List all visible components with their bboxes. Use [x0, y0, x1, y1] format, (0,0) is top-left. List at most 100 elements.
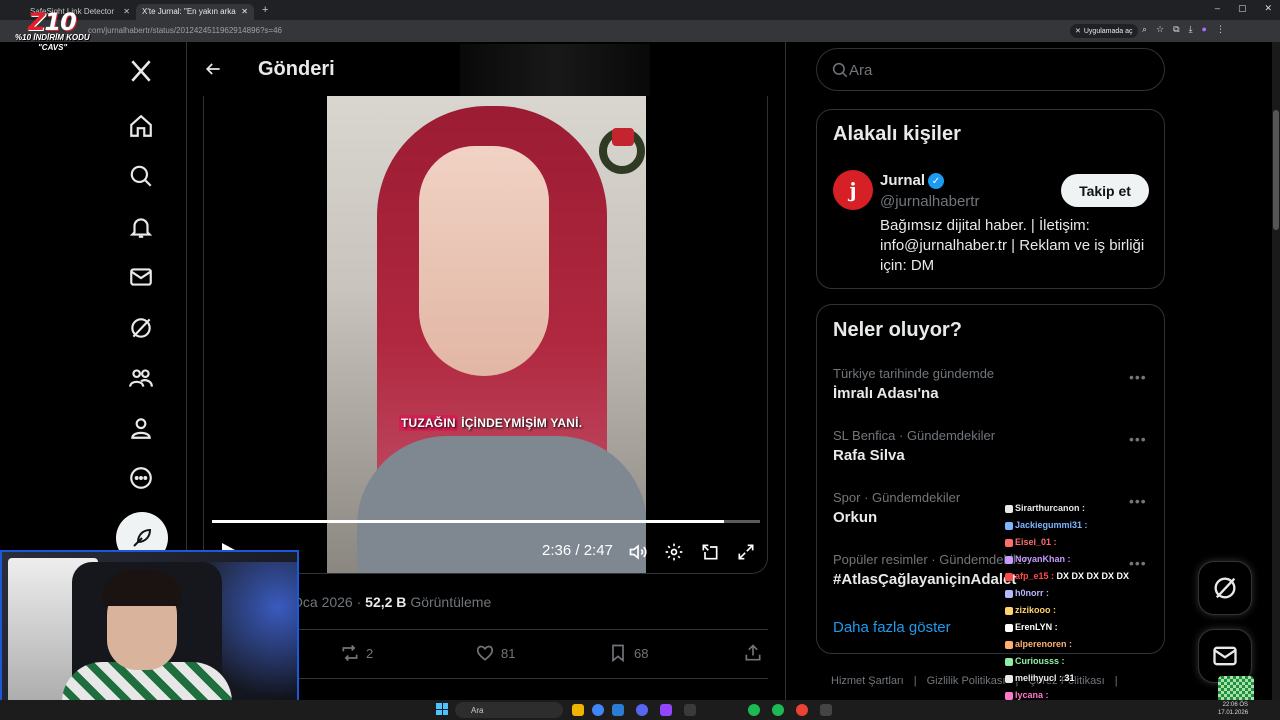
app-icon[interactable] — [684, 704, 696, 716]
show-more-link[interactable]: Daha fazla göster — [833, 619, 951, 636]
edge-icon[interactable] — [612, 704, 624, 716]
clock-date: 17.01.2026 — [1218, 710, 1249, 716]
chat-message: alperenoren : — [1005, 636, 1205, 653]
share-button[interactable] — [743, 643, 763, 663]
communities-icon[interactable] — [124, 361, 158, 395]
chat-username: NoyanKhan : — [1015, 554, 1071, 564]
zoom-icon[interactable]: ⌕ — [1142, 24, 1147, 35]
account-handle[interactable]: @jurnalhabertr — [880, 193, 979, 210]
chrome-icon[interactable] — [592, 704, 604, 716]
retweet-button[interactable]: 2 — [340, 643, 373, 663]
trend-item[interactable]: Türkiye tarihinde gündemde İmralı Adası'… — [833, 366, 1153, 402]
chat-badge-icon — [1005, 623, 1013, 632]
footer-sep: | — [913, 675, 917, 687]
bell-icon[interactable] — [124, 210, 158, 244]
follow-button[interactable]: Takip et — [1061, 174, 1149, 207]
related-people-panel: Alakalı kişiler j Jurnal ✓ @jurnalhabert… — [816, 109, 1165, 289]
footer-link-privacy[interactable]: Gizlilik Politikası — [927, 675, 1006, 687]
footer-link-terms[interactable]: Hizmet Şartları — [831, 675, 904, 687]
video-progress-fill — [212, 520, 724, 523]
trend-context: SL Benfica · Gündemdekiler — [833, 428, 996, 443]
discord-icon[interactable] — [636, 704, 648, 716]
x-small-icon: ✕ — [1075, 28, 1081, 35]
settings-gear-icon[interactable] — [664, 542, 684, 562]
profile-avatar-icon[interactable]: ● — [1202, 24, 1207, 35]
messages-fab-button[interactable] — [1198, 629, 1252, 683]
close-tab-icon[interactable]: ✕ — [241, 7, 248, 16]
grok-fab-button[interactable] — [1198, 561, 1252, 615]
verified-badge-icon: ✓ — [928, 173, 944, 189]
bookmark-icon — [612, 644, 624, 663]
chat-username: melihyucl : — [1015, 673, 1065, 683]
open-in-app-button[interactable]: ✕ Uygulamada aç — [1070, 24, 1138, 38]
video-face-shape — [419, 146, 549, 376]
url-text[interactable]: com/jurnalhabertr/status/201242451196291… — [88, 26, 282, 35]
more-options-icon[interactable]: ••• — [1129, 431, 1147, 447]
video-player[interactable]: TUZAĞIN İÇİNDEYMİŞİM YANİ. 2:36 / 2:47 — [203, 96, 768, 574]
chat-badge-icon — [1005, 691, 1013, 700]
fullscreen-icon[interactable] — [736, 542, 756, 562]
post-date[interactable]: Oca 2026 — [292, 594, 353, 610]
trend-context: Türkiye tarihinde gündemde — [833, 366, 995, 381]
chat-username: Sirarthurcanon : — [1015, 503, 1086, 513]
bookmark-button[interactable]: 68 — [608, 643, 648, 663]
chat-message: melihyucl : 31 — [1005, 670, 1205, 687]
close-window-icon[interactable]: ✕ — [1264, 3, 1272, 14]
trend-item[interactable]: SL Benfica · Gündemdekiler Rafa Silva — [833, 428, 1153, 464]
chat-message: NoyanKhan : — [1005, 551, 1205, 568]
windows-start-icon[interactable] — [436, 703, 448, 715]
grok-icon[interactable] — [124, 311, 158, 345]
minimize-icon[interactable]: – — [1215, 3, 1220, 14]
chat-badge-icon — [1005, 640, 1013, 649]
app-icon[interactable] — [820, 704, 832, 716]
chat-badge-icon — [1005, 521, 1013, 530]
search-icon[interactable] — [124, 159, 158, 193]
extensions-icon[interactable]: ⧉ — [1173, 24, 1179, 35]
browser-tab-bar: SafeSight Link Detector ✕ X'te Jurnal: "… — [0, 0, 1280, 20]
chat-message: zizikooo : — [1005, 602, 1205, 619]
browser-icon[interactable] — [796, 704, 808, 716]
x-logo-icon[interactable] — [124, 54, 158, 88]
search-input[interactable] — [849, 59, 1149, 81]
more-icon[interactable] — [124, 461, 158, 495]
avatar[interactable]: j — [833, 170, 873, 210]
mail-icon[interactable] — [124, 260, 158, 294]
browser-tab-active[interactable]: X'te Jurnal: "En yakın arkadaşı... ✕ — [136, 3, 254, 20]
account-name[interactable]: Jurnal — [880, 172, 925, 189]
views-label: Görüntüleme — [410, 594, 492, 610]
like-button[interactable]: 81 — [475, 643, 515, 663]
mail-icon — [1213, 646, 1237, 666]
clock-time: 22:06 ÖS — [1222, 702, 1249, 708]
chat-text: DX DX DX DX DX — [1056, 571, 1130, 581]
twitch-icon[interactable] — [660, 704, 672, 716]
volume-icon[interactable] — [628, 542, 648, 562]
chat-badge-icon — [1005, 504, 1013, 513]
promo-code: "CAVS" — [38, 43, 68, 52]
chat-badge-icon — [1005, 555, 1013, 564]
spotify-icon[interactable] — [772, 704, 784, 716]
chat-message: Sirarthurcanon : — [1005, 500, 1205, 517]
profile-icon[interactable] — [124, 411, 158, 445]
file-explorer-icon[interactable] — [572, 704, 584, 716]
more-options-icon[interactable]: ••• — [1129, 369, 1147, 385]
menu-icon[interactable]: ⋮ — [1216, 24, 1225, 35]
taskbar-search[interactable]: Ara — [455, 702, 563, 718]
star-icon[interactable]: ☆ — [1156, 24, 1164, 35]
chat-message: Curiousss : — [1005, 653, 1205, 670]
new-tab-icon[interactable]: + — [262, 4, 268, 16]
video-progress-bar[interactable] — [212, 520, 760, 523]
maximize-icon[interactable]: ▢ — [1238, 3, 1247, 14]
picture-in-picture-icon[interactable] — [700, 542, 720, 562]
spotify-icon[interactable] — [748, 704, 760, 716]
taskbar-clock[interactable]: 22:06 ÖS 17.01.2026 — [1218, 701, 1248, 717]
chat-username: Curiousss : — [1015, 656, 1065, 666]
back-arrow-icon[interactable] — [198, 54, 228, 84]
download-icon[interactable]: ⤓ — [1189, 24, 1193, 35]
search-box[interactable] — [816, 48, 1165, 91]
chat-username: alperenoren : — [1015, 639, 1073, 649]
open-in-app-label: Uygulamada aç — [1083, 27, 1133, 35]
home-icon[interactable] — [124, 109, 158, 143]
close-tab-icon[interactable]: ✕ — [123, 7, 130, 16]
scrollbar-thumb[interactable] — [1273, 110, 1279, 230]
video-frame[interactable]: TUZAĞIN İÇİNDEYMİŞİM YANİ. — [327, 96, 646, 573]
